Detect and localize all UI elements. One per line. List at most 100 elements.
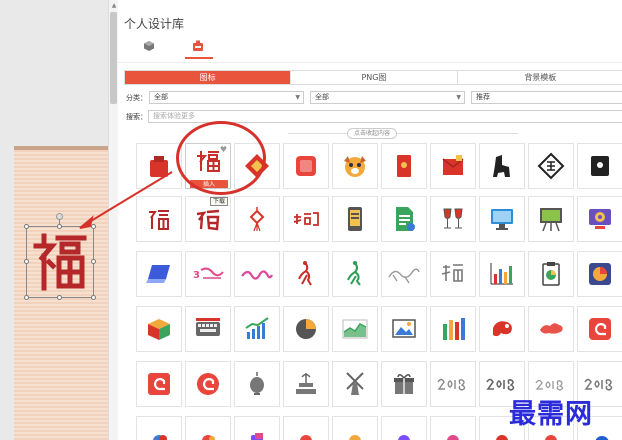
icon-cell[interactable] <box>332 416 378 440</box>
icon-cell[interactable] <box>577 196 622 242</box>
happy-text-icon: 3 <box>193 267 224 281</box>
resize-handle-s[interactable] <box>57 295 62 300</box>
resize-handle-sw[interactable] <box>24 295 29 300</box>
year-2018-d-icon <box>584 378 613 391</box>
icon-cell[interactable] <box>479 196 525 242</box>
icon-cell-hovered[interactable]: ♥ 插入 <box>185 143 231 189</box>
resize-handle-w[interactable] <box>24 259 29 264</box>
icon-cell[interactable] <box>283 196 329 242</box>
category-label: 分类： <box>126 94 147 102</box>
tab-png[interactable]: PNG图 <box>291 71 458 84</box>
easel-icon <box>540 208 562 232</box>
icon-cell[interactable] <box>332 306 378 352</box>
icon-cell[interactable] <box>381 251 427 297</box>
icon-cell[interactable] <box>234 196 280 242</box>
icon-cell[interactable] <box>283 251 329 297</box>
icon-cell[interactable] <box>136 416 182 440</box>
resize-handle-n[interactable] <box>57 224 62 229</box>
icon-cell[interactable] <box>332 251 378 297</box>
icon-cell[interactable] <box>577 251 622 297</box>
icon-cell[interactable] <box>430 143 476 189</box>
active-tab-underline <box>185 57 213 59</box>
app-window: ▲ 个人设计库 图标 PNG图 背景模板 分类： 全部 ▼ 全部 ▼ 推荐 搜索… <box>0 0 622 440</box>
resize-handle-e[interactable] <box>91 259 96 264</box>
panel-title: 个人设计库 <box>124 17 185 31</box>
heart-icon[interactable]: ♥ <box>220 145 227 154</box>
search-input[interactable]: 搜索体验更多 <box>148 110 622 123</box>
resize-handle-ne[interactable] <box>91 224 96 229</box>
icon-cell[interactable] <box>283 306 329 352</box>
icon-cell[interactable] <box>332 361 378 407</box>
icon-cell[interactable] <box>479 251 525 297</box>
icon-cell[interactable] <box>136 196 182 242</box>
icon-cell[interactable] <box>577 306 622 352</box>
icon-cell[interactable]: 3 <box>185 251 231 297</box>
sort-select[interactable]: 推荐 <box>471 91 622 104</box>
icon-cell[interactable] <box>577 143 622 189</box>
icon-cell[interactable] <box>528 306 574 352</box>
icon-cell[interactable] <box>381 306 427 352</box>
icon-cell[interactable] <box>430 196 476 242</box>
icon-cell[interactable] <box>381 196 427 242</box>
keyboard-icon <box>196 318 220 336</box>
icon-cell[interactable] <box>283 416 329 440</box>
category-select-2[interactable]: 全部 ▼ <box>310 91 465 104</box>
icon-cell[interactable] <box>185 361 231 407</box>
fu-text-icon <box>293 212 319 226</box>
tab-icons[interactable]: 图标 <box>125 71 292 84</box>
pie-chart-icon <box>589 263 611 285</box>
pie-icon <box>296 319 316 339</box>
category-select-1[interactable]: 全部 ▼ <box>149 91 304 104</box>
icon-cell[interactable] <box>185 416 231 440</box>
apple-7-icon <box>447 435 459 440</box>
colored-bars-icon <box>443 318 465 340</box>
collapse-content-button[interactable]: 点击收起内容 <box>347 128 398 139</box>
icon-cell[interactable] <box>234 251 280 297</box>
resize-handle-se[interactable] <box>91 295 96 300</box>
icon-cell[interactable] <box>136 306 182 352</box>
year-2018-c-icon <box>535 379 564 391</box>
scroll-thumb[interactable] <box>110 12 117 104</box>
design-library-panel: 个人设计库 图标 PNG图 背景模板 分类： 全部 ▼ 全部 ▼ 推荐 搜索： 搜索… <box>118 0 622 440</box>
icon-cell[interactable] <box>430 361 476 407</box>
icon-cell[interactable] <box>381 143 427 189</box>
icon-cell[interactable] <box>430 306 476 352</box>
icon-cell[interactable] <box>234 143 280 189</box>
icon-cell[interactable] <box>283 143 329 189</box>
resize-handle-nw[interactable] <box>24 224 29 229</box>
icon-cell[interactable] <box>136 251 182 297</box>
stamp-icon[interactable] <box>192 40 204 52</box>
icon-cell[interactable] <box>479 143 525 189</box>
icon-cell[interactable] <box>234 306 280 352</box>
cube-icon[interactable] <box>143 40 155 52</box>
icon-cell[interactable] <box>136 361 182 407</box>
icon-cell[interactable] <box>381 416 427 440</box>
icon-cell[interactable] <box>430 416 476 440</box>
icon-cell[interactable] <box>332 196 378 242</box>
icon-cell[interactable] <box>185 306 231 352</box>
selected-fu-image[interactable] <box>26 226 94 298</box>
insert-button[interactable]: 插入 <box>190 180 228 188</box>
icon-cell[interactable] <box>528 196 574 242</box>
red-bag-icon <box>150 156 168 177</box>
icon-cell[interactable] <box>528 251 574 297</box>
lantern-icon <box>250 372 264 395</box>
icon-cell[interactable] <box>528 143 574 189</box>
icon-cell[interactable] <box>234 416 280 440</box>
laptop-icon <box>146 265 170 283</box>
icon-cell[interactable] <box>136 143 182 189</box>
icon-cell[interactable] <box>430 251 476 297</box>
svg-text:3: 3 <box>193 270 200 281</box>
monitor-icon <box>491 209 513 230</box>
vertical-scrollbar[interactable]: ▲ <box>108 0 118 440</box>
icon-cell[interactable] <box>283 361 329 407</box>
scroll-up-arrow-icon[interactable]: ▲ <box>110 2 118 10</box>
image-frame-icon <box>392 319 416 338</box>
tab-background-templates[interactable]: 背景模板 <box>458 71 622 84</box>
red-envelope-icon <box>397 155 411 177</box>
icon-cell[interactable] <box>479 306 525 352</box>
divider <box>288 133 518 134</box>
icon-cell[interactable] <box>381 361 427 407</box>
icon-cell[interactable] <box>234 361 280 407</box>
icon-cell[interactable] <box>332 143 378 189</box>
